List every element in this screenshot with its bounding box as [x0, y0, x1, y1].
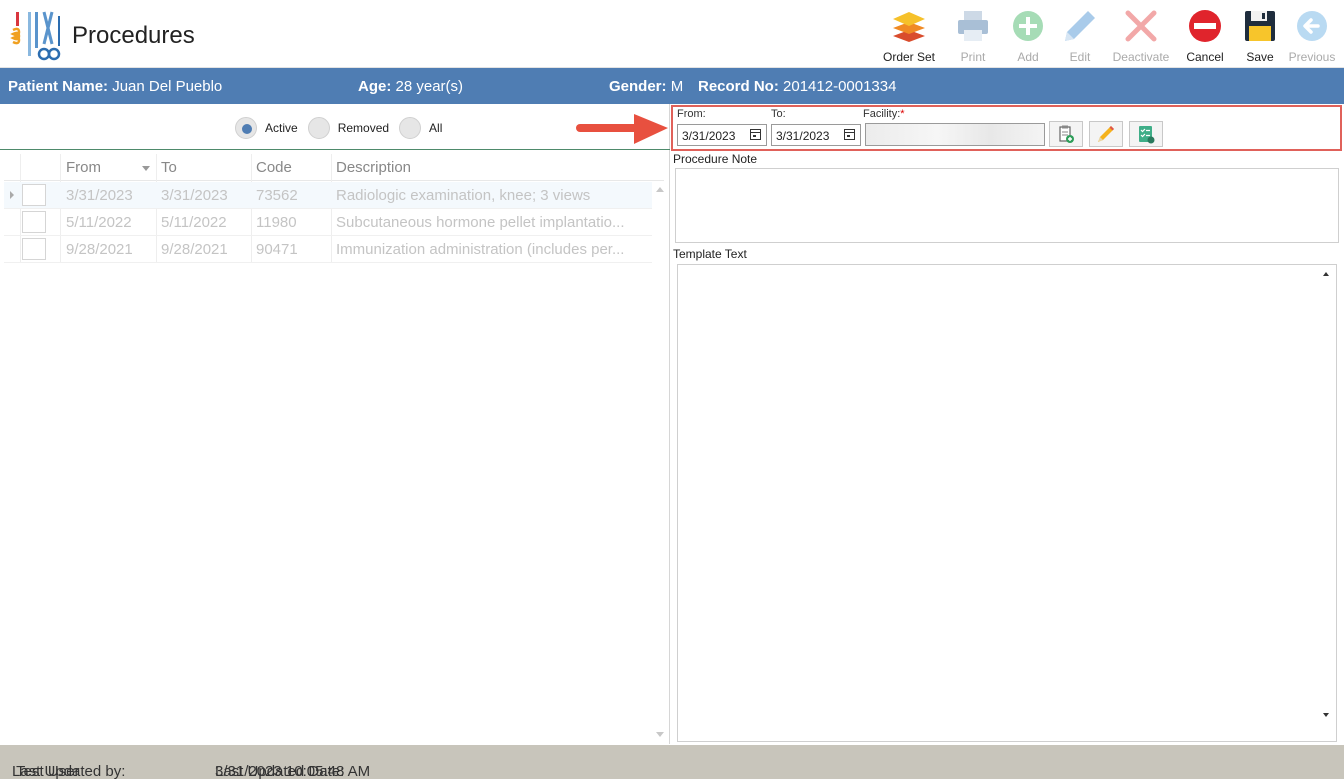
order-set-button[interactable]: Order Set	[874, 6, 944, 66]
cell-to: 9/28/2021	[161, 241, 228, 258]
patient-record-number: Record No: 201412-0001334	[698, 78, 897, 95]
table-row[interactable]: 5/11/2022 5/11/2022 11980 Subcutaneous h…	[4, 209, 652, 236]
clipboard-add-icon	[1059, 125, 1074, 143]
column-header-to[interactable]: To	[161, 159, 177, 176]
from-date-picker[interactable]: 3/31/2023	[677, 124, 767, 146]
patient-age: Age: 28 year(s)	[358, 78, 464, 95]
status-filter-bar: Active Removed All	[0, 104, 670, 150]
grid-header: From To Code Description	[4, 154, 664, 181]
procedure-detail-pane: From: 3/31/2023 To: 3/31/2023 Facility:*	[671, 104, 1344, 744]
table-row[interactable]: 3/31/2023 3/31/2023 73562 Radiologic exa…	[4, 182, 652, 209]
procedures-grid: From To Code Description 3/31/2023 3/31/…	[4, 154, 668, 742]
add-button[interactable]: Add	[1002, 6, 1054, 66]
print-button[interactable]: Print	[944, 6, 1002, 66]
arrow-left-circle-icon	[1297, 11, 1327, 41]
highlighted-entry-fields: From: 3/31/2023 To: 3/31/2023 Facility:*	[671, 105, 1342, 151]
facility-select[interactable]	[865, 123, 1045, 146]
template-text-label: Template Text	[673, 247, 747, 261]
no-entry-icon	[1189, 10, 1221, 42]
radio-circle[interactable]	[235, 117, 257, 139]
calendar-icon[interactable]	[844, 129, 855, 140]
page-title: Procedures	[72, 22, 195, 49]
current-row-indicator-icon	[10, 191, 14, 199]
column-header-description[interactable]: Description	[336, 159, 411, 176]
sort-desc-icon	[142, 166, 150, 171]
template-text-area[interactable]	[677, 264, 1337, 742]
edit-note-button[interactable]	[1089, 121, 1123, 147]
cell-from: 9/28/2021	[66, 241, 133, 258]
procedure-note-textarea[interactable]	[675, 168, 1339, 243]
cell-code: 73562	[256, 187, 298, 204]
previous-button[interactable]: Previous	[1286, 6, 1338, 66]
save-button[interactable]: Save	[1234, 6, 1286, 66]
patient-name: Patient Name: Juan Del Pueblo	[8, 78, 223, 95]
to-date-picker[interactable]: 3/31/2023	[771, 124, 861, 146]
layers-icon	[893, 12, 925, 42]
from-date-label: From:	[677, 108, 706, 120]
cell-code: 90471	[256, 241, 298, 258]
patient-gender: Gender: M	[609, 78, 684, 95]
cell-code: 11980	[256, 214, 297, 231]
edit-button[interactable]: Edit	[1054, 6, 1106, 66]
scroll-up-icon[interactable]	[1321, 269, 1332, 280]
checklist-icon	[1139, 126, 1155, 144]
plus-circle-icon	[1013, 11, 1043, 41]
cell-from: 3/31/2023	[66, 187, 133, 204]
toolbar: Order Set Print Add Edit Deactivate Canc…	[874, 6, 1338, 66]
row-checkbox[interactable]	[22, 238, 46, 260]
cell-from: 5/11/2022	[66, 214, 132, 231]
procedure-note-label: Procedure Note	[673, 152, 758, 166]
cancel-button[interactable]: Cancel	[1176, 6, 1234, 66]
scroll-down-icon[interactable]	[656, 732, 664, 737]
scroll-up-icon[interactable]	[656, 187, 664, 192]
radio-removed[interactable]: Removed	[307, 117, 389, 139]
last-updated-by: Last Updated by: Test User	[12, 763, 126, 779]
cell-description: Immunization administration (includes pe…	[336, 241, 625, 258]
deactivate-button[interactable]: Deactivate	[1106, 6, 1176, 66]
facility-label: Facility:*	[863, 108, 905, 120]
radio-all[interactable]: All	[399, 117, 442, 139]
table-row[interactable]: 9/28/2021 9/28/2021 90471 Immunization a…	[4, 236, 652, 263]
app-header: Procedures Order Set Print Add Edit Deac…	[0, 0, 1344, 68]
radio-circle[interactable]	[399, 117, 422, 139]
cell-to: 5/11/2022	[161, 214, 227, 231]
pencil-icon	[1065, 11, 1095, 41]
row-checkbox[interactable]	[22, 211, 46, 233]
cell-description: Subcutaneous hormone pellet implantatio.…	[336, 214, 625, 231]
cell-to: 3/31/2023	[161, 187, 228, 204]
radio-circle[interactable]	[307, 117, 330, 139]
annotation-arrow-icon	[576, 114, 668, 144]
checklist-button[interactable]	[1129, 121, 1163, 147]
status-footer: Last Updated by: Test User Last Updated …	[0, 745, 1344, 779]
pencil-icon	[1098, 126, 1114, 142]
status-radio-group: Active Removed All	[235, 117, 452, 139]
to-date-label: To:	[771, 108, 786, 120]
add-note-button[interactable]	[1049, 121, 1083, 147]
procedure-list-pane: Active Removed All From To Code Descript…	[0, 104, 670, 744]
scroll-down-icon[interactable]	[1321, 710, 1332, 721]
grid-scrollbar[interactable]	[654, 181, 666, 741]
column-header-from[interactable]: From	[66, 159, 101, 176]
row-checkbox[interactable]	[22, 184, 46, 206]
calendar-icon[interactable]	[750, 129, 761, 140]
cell-description: Radiologic examination, knee; 3 views	[336, 187, 591, 204]
surgical-instruments-icon	[10, 11, 61, 61]
column-header-code[interactable]: Code	[256, 159, 292, 176]
x-mark-icon	[1125, 10, 1157, 42]
floppy-disk-icon	[1245, 11, 1275, 41]
patient-info-bar: Patient Name: Juan Del Pueblo Age: 28 ye…	[0, 68, 1344, 104]
radio-active[interactable]: Active	[235, 117, 298, 139]
printer-icon	[958, 11, 988, 41]
